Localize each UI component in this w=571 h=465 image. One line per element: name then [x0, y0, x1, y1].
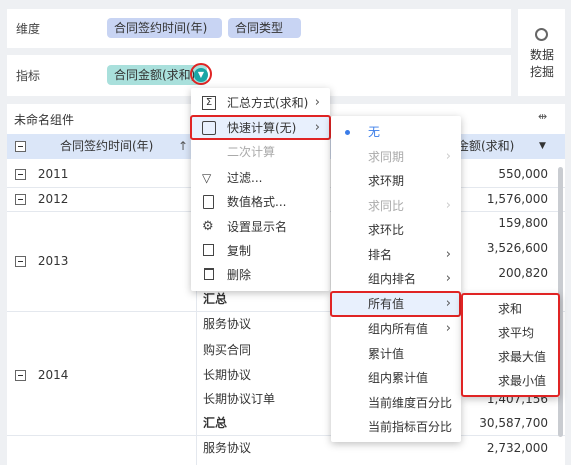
header-col3-dropdown-icon[interactable]: ▼	[539, 134, 546, 159]
gear-icon: ⚙	[202, 219, 214, 234]
aggregate-options-highlight	[461, 293, 560, 397]
expand-arrows-icon[interactable]: ⇹	[538, 110, 547, 123]
collapse-2011-icon[interactable]	[15, 169, 26, 180]
collapse-all-icon[interactable]	[15, 141, 26, 152]
metric-label: 指标	[16, 69, 41, 83]
metric-chip-label: 合同金额(求和)	[114, 68, 196, 82]
sort-icon[interactable]: ↑	[178, 134, 188, 159]
data-mining-icon	[535, 28, 548, 41]
year-2012: 2012	[37, 192, 69, 206]
collapse-2013-icon[interactable]	[15, 256, 26, 267]
value-cell: 1,576,000	[486, 192, 548, 206]
menu-item-group-rank[interactable]: 组内排名 ›	[331, 267, 461, 291]
table-row: 2012	[15, 187, 68, 211]
menu-item-filter[interactable]: ▽ 过滤...	[191, 166, 330, 190]
col2-cell: 服务协议	[203, 317, 252, 331]
menu-item-yoy-ratio: 求同比 ›	[368, 198, 451, 213]
trash-icon	[204, 268, 214, 280]
menu-item-secondary-calc: 二次计算	[227, 145, 276, 159]
collapse-2012-icon[interactable]	[15, 194, 26, 205]
menu-item-number-format[interactable]: 数值格式...	[191, 190, 330, 214]
menu-item-copy[interactable]: 复制	[191, 239, 330, 263]
header-col1-label: 合同签约时间(年)	[60, 139, 154, 153]
selected-dot-icon	[345, 130, 350, 135]
filter-icon: ▽	[202, 171, 212, 185]
col2-cell: 服务协议	[203, 441, 252, 455]
collapse-2014-icon[interactable]	[15, 370, 26, 381]
dimension-label: 维度	[16, 22, 41, 36]
menu-item-group-all-values[interactable]: 组内所有值 ›	[331, 317, 461, 341]
quick-calc-highlight	[190, 115, 331, 140]
col2-cell: 购买合同	[203, 343, 252, 357]
sigma-icon: Σ	[202, 96, 216, 110]
value-cell: 2,732,000	[486, 441, 548, 455]
menu-item-dimension-percent[interactable]: 当前维度百分比	[331, 391, 461, 415]
value-cell: 3,526,600	[486, 241, 548, 255]
quick-calc-submenu: 无 求同期 › 求环期 求同比 › 求环比 排名 › 组内排名 › 所有值 › 组内所有值…	[331, 116, 461, 442]
menu-item-cumulative[interactable]: 累计值	[331, 342, 461, 366]
data-mining-label[interactable]: 数据 挖掘	[530, 47, 556, 81]
table-row: 2013	[15, 249, 68, 273]
menu-item-aggregation[interactable]: Σ 汇总方式(求和) ›	[191, 91, 330, 115]
year-2013: 2013	[37, 254, 69, 268]
header-col3-label: 金额(求和)	[457, 139, 515, 153]
value-cell: 159,800	[498, 216, 548, 230]
menu-item-none[interactable]: 无	[331, 120, 461, 144]
menu-item-rank[interactable]: 排名 ›	[331, 243, 461, 267]
menu-item-yoy-period: 求同期 ›	[368, 149, 451, 164]
number-format-icon	[203, 195, 214, 209]
value-cell: 30,587,700	[479, 416, 548, 430]
value-cell: 550,000	[498, 167, 548, 181]
menu-item-group-cumulative[interactable]: 组内累计值	[331, 366, 461, 390]
col2-cell: 长期协议订单	[203, 392, 276, 406]
dimension-chip-contract-year[interactable]: 合同签约时间(年)	[107, 18, 222, 38]
row-divider	[7, 435, 565, 436]
copy-icon	[203, 244, 214, 256]
menu-item-mom-period[interactable]: 求环期	[331, 169, 461, 193]
menu-item-mom-ratio[interactable]: 求环比	[331, 218, 461, 242]
table-row: 2014	[15, 363, 68, 387]
menu-item-display-name[interactable]: ⚙ 设置显示名	[191, 215, 330, 239]
menu-item-metric-percent[interactable]: 当前指标百分比	[331, 415, 461, 439]
dimension-chip-contract-type[interactable]: 合同类型	[228, 18, 301, 38]
table-row: 2011	[15, 162, 68, 186]
year-2014: 2014	[37, 368, 69, 382]
menu-item-delete[interactable]: 删除	[191, 263, 330, 287]
all-values-highlight	[330, 291, 461, 317]
dropdown-highlight	[190, 63, 212, 85]
table-header-col1[interactable]: 合同签约时间(年) ↑	[7, 134, 196, 159]
component-title: 未命名组件	[14, 113, 75, 127]
value-cell: 200,820	[498, 266, 548, 280]
col2-cell: 长期协议	[203, 368, 252, 382]
year-2011: 2011	[37, 167, 69, 181]
subtotal-label: 汇总	[203, 416, 228, 430]
